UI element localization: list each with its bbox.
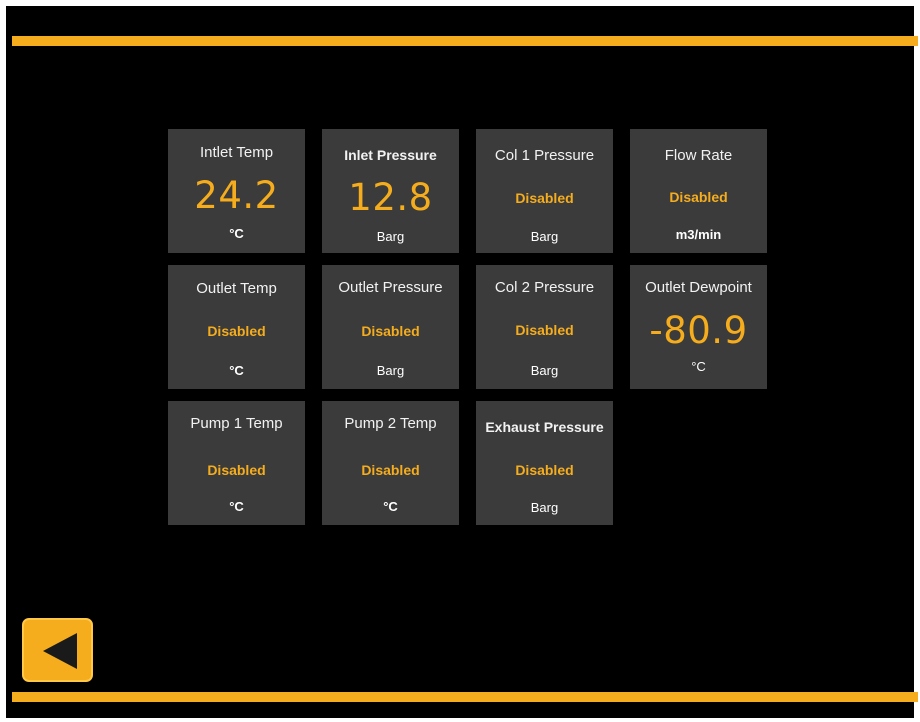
- tile-label: Flow Rate: [664, 147, 733, 164]
- tile-exhaust-pressure[interactable]: Exhaust Pressure Disabled Barg: [476, 401, 613, 525]
- tile-unit: Barg: [530, 363, 559, 378]
- tile-flow-rate[interactable]: Flow Rate Disabled m3/min: [630, 129, 767, 253]
- top-accent-bar: [12, 36, 918, 46]
- tile-unit: Barg: [376, 229, 405, 244]
- tile-unit: °C: [383, 499, 398, 514]
- tile-value: 24.2: [194, 174, 279, 217]
- tile-value: -80.9: [649, 309, 748, 352]
- tile-value: Disabled: [361, 323, 420, 339]
- tile-unit: Barg: [530, 229, 559, 244]
- tile-value: Disabled: [361, 462, 420, 478]
- tile-value: Disabled: [515, 322, 574, 338]
- tile-unit: Barg: [376, 363, 405, 378]
- tile-value: 12.8: [348, 176, 433, 219]
- hmi-screen: Intlet Temp 24.2 °C Inlet Pressure 12.8 …: [6, 6, 918, 718]
- tile-col1-pressure[interactable]: Col 1 Pressure Disabled Barg: [476, 129, 613, 253]
- tile-outlet-pressure[interactable]: Outlet Pressure Disabled Barg: [322, 265, 459, 389]
- tile-inlet-pressure[interactable]: Inlet Pressure 12.8 Barg: [322, 129, 459, 253]
- tile-unit: °C: [229, 363, 244, 378]
- tile-label: Outlet Dewpoint: [645, 279, 752, 296]
- tile-outlet-dewpoint[interactable]: Outlet Dewpoint -80.9 °C: [630, 265, 767, 389]
- tile-unit: °C: [229, 226, 244, 241]
- tile-label: Pump 1 Temp: [190, 415, 283, 432]
- tile-label: Exhaust Pressure: [485, 419, 604, 435]
- back-button[interactable]: [22, 618, 93, 682]
- tile-value: Disabled: [515, 190, 574, 206]
- tile-inlet-temp[interactable]: Intlet Temp 24.2 °C: [168, 129, 305, 253]
- tile-label: Col 1 Pressure: [494, 147, 595, 164]
- tile-unit: °C: [691, 359, 706, 374]
- tile-unit: Barg: [530, 500, 559, 515]
- bottom-accent-bar: [12, 692, 918, 702]
- tile-value: Disabled: [207, 323, 266, 339]
- tile-label: Pump 2 Temp: [344, 415, 437, 432]
- tile-pump1-temp[interactable]: Pump 1 Temp Disabled °C: [168, 401, 305, 525]
- tile-label: Intlet Temp: [199, 144, 274, 161]
- tile-label: Inlet Pressure: [344, 147, 437, 163]
- tile-unit: °C: [229, 499, 244, 514]
- tile-unit: m3/min: [675, 227, 722, 242]
- tile-value: Disabled: [515, 462, 574, 478]
- tile-label: Outlet Pressure: [338, 279, 443, 296]
- tile-value: Disabled: [669, 189, 728, 205]
- left-triangle-icon: [43, 633, 77, 669]
- tile-pump2-temp[interactable]: Pump 2 Temp Disabled °C: [322, 401, 459, 525]
- tile-value: Disabled: [207, 462, 266, 478]
- tile-outlet-temp[interactable]: Outlet Temp Disabled °C: [168, 265, 305, 389]
- tile-col2-pressure[interactable]: Col 2 Pressure Disabled Barg: [476, 265, 613, 389]
- tile-label: Col 2 Pressure: [494, 279, 595, 296]
- tile-label: Outlet Temp: [196, 280, 277, 297]
